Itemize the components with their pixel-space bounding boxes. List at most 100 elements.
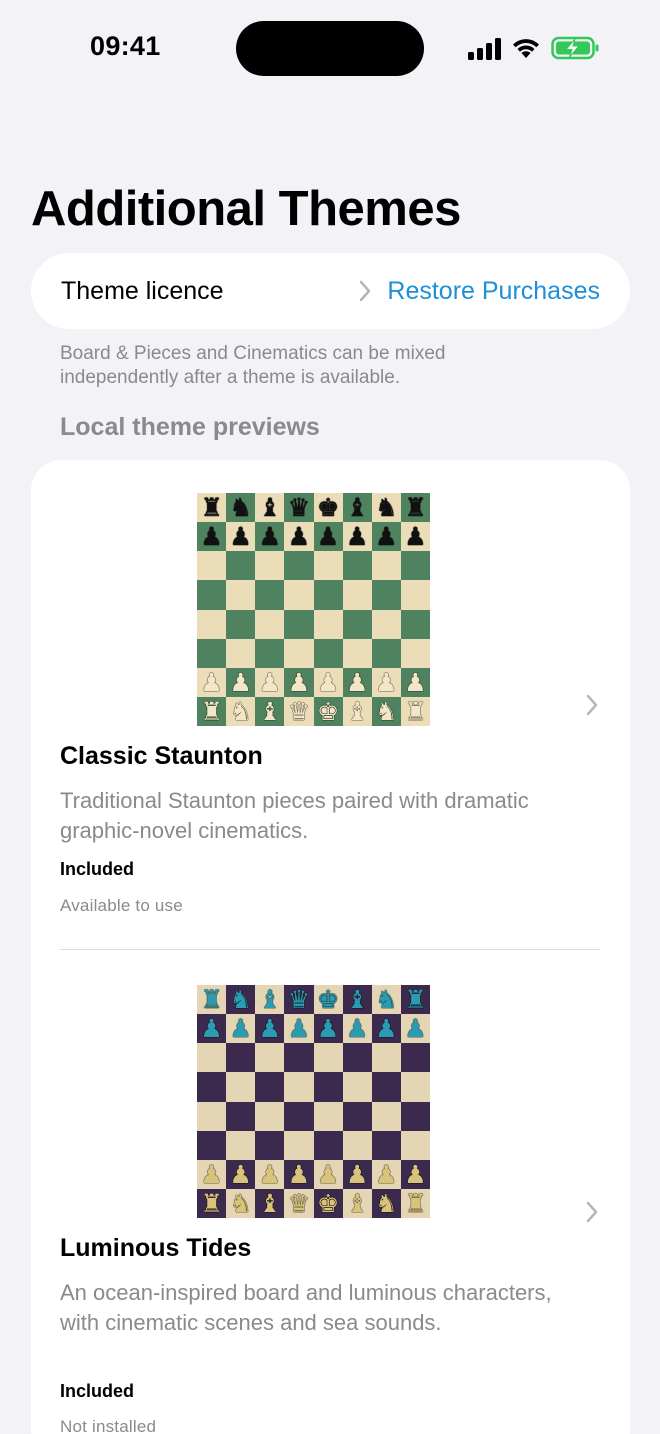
chess-piece-icon: ♞ xyxy=(375,696,398,726)
chess-piece-icon: ♚ xyxy=(316,493,340,523)
chess-piece-icon: ♞ xyxy=(229,696,252,726)
chess-piece-icon: ♟ xyxy=(345,1159,369,1189)
chess-piece-icon: ♞ xyxy=(229,493,252,523)
board-square: ♝ xyxy=(255,493,285,523)
chess-piece-icon: ♟ xyxy=(316,522,340,552)
board-square xyxy=(400,1130,430,1160)
board-square: ♞ xyxy=(226,493,256,523)
board-preview-luminous-tides: ♜ ♞ ♝ ♛ ♚ ♝ ♞ ♜ ♟ ♟ ♟ ♟ ♟ ♟ ♟ ♟ ♟ ♟ ♟ ♟ ♟ ♟ ♟ ♟ ♜ ♞ ♝ ♛ ♚ ♝ ♞ ♜ xyxy=(197,985,430,1218)
board-square: ♞ xyxy=(371,493,401,523)
theme-licence-label: Theme licence xyxy=(61,276,224,305)
board-square: ♟ xyxy=(197,1014,227,1044)
chess-piece-icon: ♟ xyxy=(200,522,223,552)
board-square: ♞ xyxy=(226,696,256,726)
board-square xyxy=(342,1130,372,1160)
chess-piece-icon: ♝ xyxy=(258,985,282,1015)
chevron-right-icon xyxy=(586,1201,598,1223)
cellular-signal-icon xyxy=(468,38,501,60)
theme-name: Classic Staunton xyxy=(60,742,263,770)
chess-piece-icon: ♛ xyxy=(287,696,311,726)
chess-piece-icon: ♟ xyxy=(375,1159,398,1189)
board-square xyxy=(226,551,256,581)
board-square xyxy=(197,1101,227,1131)
chess-piece-icon: ♟ xyxy=(229,667,252,697)
theme-row-classic-staunton[interactable]: ♜ ♞ ♝ ♛ ♚ ♝ ♞ ♜ ♟ ♟ ♟ ♟ ♟ ♟ ♟ ♟ ♟ ♟ ♟ ♟ ♟ ♟ ♟ ♟ ♜ ♞ ♝ ♛ ♚ ♝ ♞ ♜ Classic… xyxy=(31,460,630,949)
chess-piece-icon: ♟ xyxy=(287,522,311,552)
board-square: ♝ xyxy=(342,1188,372,1218)
board-square: ♟ xyxy=(371,1014,401,1044)
chess-piece-icon: ♟ xyxy=(404,1014,427,1044)
chess-piece-icon: ♞ xyxy=(375,985,398,1015)
chess-piece-icon: ♜ xyxy=(404,493,427,523)
chess-piece-icon: ♟ xyxy=(316,667,340,697)
board-square xyxy=(255,638,285,668)
chess-piece-icon: ♟ xyxy=(258,667,282,697)
board-square: ♜ xyxy=(400,1188,430,1218)
board-square xyxy=(371,551,401,581)
board-square xyxy=(284,1072,314,1102)
board-square: ♝ xyxy=(255,1188,285,1218)
board-square xyxy=(313,580,343,610)
chess-piece-icon: ♝ xyxy=(345,493,369,523)
board-square xyxy=(284,638,314,668)
board-square xyxy=(400,551,430,581)
board-square: ♜ xyxy=(197,493,227,523)
board-square: ♟ xyxy=(226,1014,256,1044)
board-square: ♟ xyxy=(313,1159,343,1189)
board-square: ♟ xyxy=(284,667,314,697)
board-square: ♛ xyxy=(284,696,314,726)
board-square xyxy=(284,551,314,581)
board-square: ♟ xyxy=(197,667,227,697)
chess-piece-icon: ♟ xyxy=(316,1014,340,1044)
chess-piece-icon: ♟ xyxy=(375,1014,398,1044)
theme-row-luminous-tides[interactable]: ♜ ♞ ♝ ♛ ♚ ♝ ♞ ♜ ♟ ♟ ♟ ♟ ♟ ♟ ♟ ♟ ♟ ♟ ♟ ♟ ♟ ♟ ♟ ♟ ♜ ♞ ♝ ♛ ♚ ♝ ♞ ♜ Luminou… xyxy=(31,950,630,1434)
page-title: Additional Themes xyxy=(31,182,461,236)
chess-piece-icon: ♜ xyxy=(200,493,223,523)
chess-piece-icon: ♛ xyxy=(287,493,311,523)
board-square xyxy=(197,609,227,639)
board-square xyxy=(284,1043,314,1073)
board-square: ♟ xyxy=(371,522,401,552)
board-square: ♟ xyxy=(284,1014,314,1044)
board-square: ♛ xyxy=(284,985,314,1015)
board-square xyxy=(255,1130,285,1160)
chess-piece-icon: ♝ xyxy=(258,493,282,523)
chess-piece-icon: ♟ xyxy=(258,1159,282,1189)
theme-availability: Not installed xyxy=(60,1417,157,1434)
board-square xyxy=(342,580,372,610)
board-square xyxy=(197,1130,227,1160)
board-square xyxy=(342,1072,372,1102)
board-square: ♟ xyxy=(255,1014,285,1044)
chess-piece-icon: ♝ xyxy=(258,696,282,726)
board-square: ♜ xyxy=(197,1188,227,1218)
board-square xyxy=(226,1072,256,1102)
chess-piece-icon: ♚ xyxy=(316,1188,340,1218)
chess-piece-icon: ♟ xyxy=(316,1159,340,1189)
theme-licence-row[interactable]: Theme licence Restore Purchases xyxy=(31,253,630,329)
board-square: ♟ xyxy=(342,667,372,697)
board-square: ♟ xyxy=(226,1159,256,1189)
board-square: ♟ xyxy=(342,1014,372,1044)
board-square xyxy=(313,1101,343,1131)
chevron-right-icon xyxy=(359,280,371,302)
board-square xyxy=(255,1072,285,1102)
board-square xyxy=(313,1043,343,1073)
section-header-local-previews: Local theme previews xyxy=(60,413,320,441)
theme-status: Included xyxy=(60,1381,135,1401)
theme-description: An ocean-inspired board and luminous cha… xyxy=(60,1280,552,1335)
board-square: ♜ xyxy=(197,985,227,1015)
chess-piece-icon: ♟ xyxy=(287,1159,311,1189)
board-square: ♟ xyxy=(400,522,430,552)
board-square xyxy=(284,1101,314,1131)
restore-purchases-button[interactable]: Restore Purchases xyxy=(387,277,600,306)
chess-piece-icon: ♚ xyxy=(316,696,340,726)
board-square: ♟ xyxy=(226,667,256,697)
chess-piece-icon: ♟ xyxy=(404,667,427,697)
chess-piece-icon: ♛ xyxy=(287,985,311,1015)
board-square: ♚ xyxy=(313,493,343,523)
chess-piece-icon: ♟ xyxy=(258,522,282,552)
board-square xyxy=(226,1101,256,1131)
chess-piece-icon: ♟ xyxy=(229,1159,252,1189)
board-square xyxy=(255,580,285,610)
board-square: ♟ xyxy=(371,1159,401,1189)
